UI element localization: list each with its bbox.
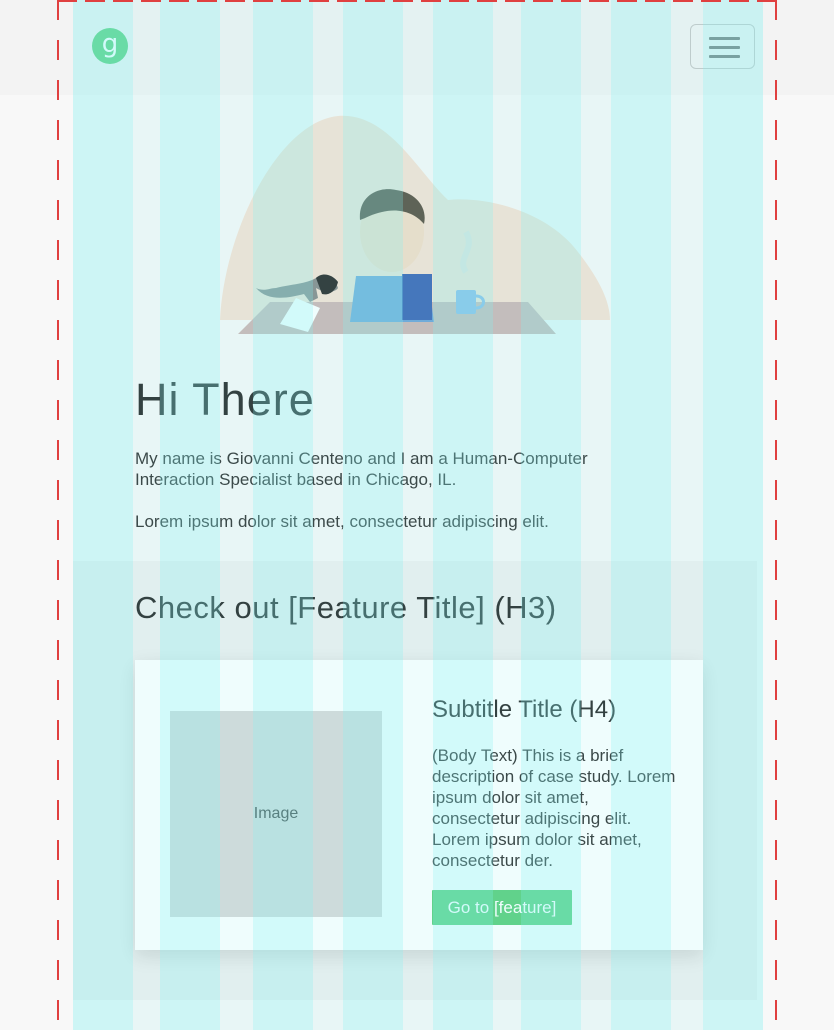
feature-heading: Check out [Feature Title] (H3) [135,590,557,625]
image-placeholder-label: Image [253,805,299,822]
card-subtitle: Subtitle Title (H4) [432,696,617,723]
go-to-feature-button[interactable]: Go to [feature] [432,890,572,925]
image-placeholder: Image [170,711,382,917]
intro-paragraph: My name is Giovanni Centeno and I am a H… [135,449,588,489]
page-heading: Hi There [135,374,315,425]
navbar: g [0,0,834,95]
card-body-text: (Body Text) This is a brief description … [432,746,676,870]
hero-illustration [220,115,610,334]
logo[interactable]: g [92,28,128,64]
menu-toggle-button[interactable] [690,24,755,69]
feature-card: Image Subtitle Title (H4) (Body Text) Th… [135,660,703,950]
intro-lorem: Lorem ipsum dolor sit amet, consectetur … [135,512,549,531]
